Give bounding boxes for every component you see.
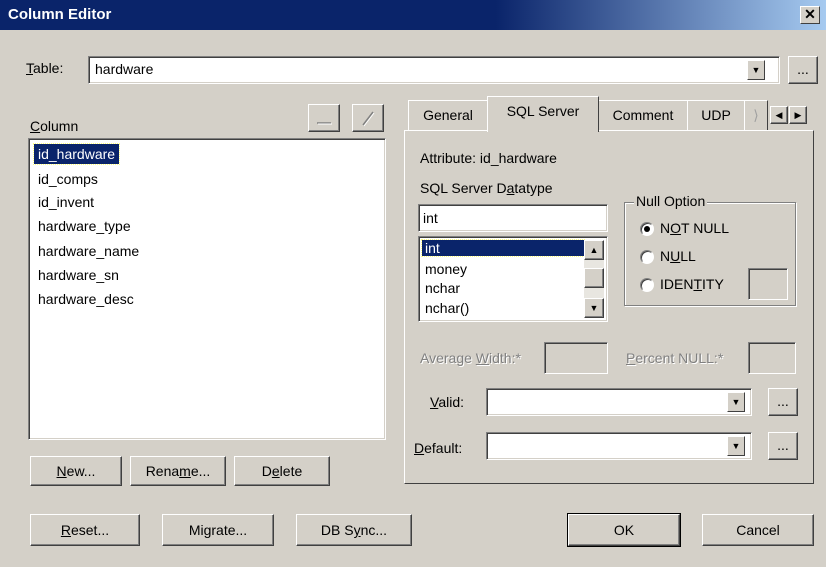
rename-column-button[interactable]: Rename...	[130, 456, 226, 486]
identity-radio[interactable]	[640, 278, 654, 292]
default-combobox[interactable]: ▼	[486, 432, 752, 460]
tab-general[interactable]: General	[408, 100, 488, 130]
chevron-down-icon: ▼	[589, 303, 599, 313]
table-value: hardware	[95, 61, 154, 77]
table-dropdown-button[interactable]: ▼	[747, 60, 765, 80]
tab-comment[interactable]: Comment	[598, 100, 688, 130]
identity-seed-input[interactable]	[748, 268, 788, 300]
null-option-title: Null Option	[634, 193, 708, 209]
datatype-list-item[interactable]: nchar	[422, 280, 582, 296]
table-browse-button[interactable]: ...	[788, 56, 818, 84]
tab-scroll-right-button[interactable]: ▶	[789, 106, 807, 124]
table-combobox[interactable]: hardware ▼	[88, 56, 780, 84]
ok-button[interactable]: OK	[567, 513, 681, 547]
reset-button[interactable]: Reset...	[30, 514, 140, 546]
delete-column-button[interactable]: Delete	[234, 456, 330, 486]
valid-label: Valid:	[430, 394, 464, 410]
datatype-label: SQL Server Datatype	[420, 180, 553, 196]
column-list-item[interactable]: hardware_name	[34, 241, 143, 261]
new-column-button[interactable]: New...	[30, 456, 122, 486]
column-list-item[interactable]: hardware_desc	[34, 289, 138, 309]
tab-scroll-left-button[interactable]: ◀	[770, 106, 788, 124]
chevron-up-icon: ▲	[589, 245, 599, 255]
table-label: Table:	[26, 60, 64, 76]
column-list-item[interactable]: id_invent	[34, 192, 98, 212]
chevron-down-icon: ▼	[751, 65, 761, 75]
move-up-button[interactable]	[308, 104, 340, 132]
average-width-input[interactable]	[544, 342, 608, 374]
column-list-item[interactable]: hardware_sn	[34, 265, 123, 285]
window-title: Column Editor	[8, 6, 112, 23]
column-list-item[interactable]: id_hardware	[32, 143, 121, 165]
chevron-down-icon: ▼	[731, 441, 741, 451]
null-radio[interactable]	[640, 250, 654, 264]
datatype-list-item[interactable]: nchar()	[422, 300, 582, 316]
arrow-up-icon	[317, 122, 332, 125]
chevron-left-icon: ◀	[775, 110, 783, 120]
close-icon: ✕	[804, 6, 816, 22]
tab-overflow[interactable]: ⟩	[744, 100, 768, 130]
close-button[interactable]: ✕	[800, 6, 820, 24]
chevron-right-icon: ▶	[794, 110, 802, 120]
tab-sql-server[interactable]: SQL Server	[487, 96, 599, 132]
cancel-button[interactable]: Cancel	[702, 514, 814, 546]
percent-null-input[interactable]	[748, 342, 796, 374]
not-null-radio[interactable]	[640, 222, 654, 236]
column-label: Column	[30, 118, 79, 134]
column-editor-window: Column Editor ✕ Table: hardware ▼ ... Co…	[0, 0, 826, 567]
move-down-button[interactable]	[352, 104, 384, 132]
null-label[interactable]: NULL	[660, 248, 696, 264]
not-null-label[interactable]: NOT NULL	[660, 220, 729, 236]
default-label: Default:	[414, 440, 463, 456]
valid-dropdown-button[interactable]: ▼	[727, 392, 745, 412]
tab-udp[interactable]: UDP	[687, 100, 745, 130]
attribute-label: Attribute: id_hardware	[420, 150, 557, 166]
scroll-down-button[interactable]: ▼	[584, 298, 604, 318]
chevron-down-icon: ▼	[731, 397, 741, 407]
datatype-list-item[interactable]: money	[422, 261, 582, 277]
arrow-down-icon	[362, 111, 375, 127]
datatype-scrollbar[interactable]: ▲ ▼	[584, 240, 604, 318]
column-list-item[interactable]: id_comps	[34, 169, 102, 189]
title-bar[interactable]: Column Editor ✕	[0, 0, 826, 30]
scroll-thumb[interactable]	[584, 268, 604, 288]
default-dropdown-button[interactable]: ▼	[727, 436, 745, 456]
valid-browse-button[interactable]: ...	[768, 388, 798, 416]
datatype-list-item[interactable]: int	[421, 239, 585, 257]
migrate-button[interactable]: Migrate...	[162, 514, 274, 546]
valid-combobox[interactable]: ▼	[486, 388, 752, 416]
identity-label[interactable]: IDENTITY	[660, 276, 724, 292]
scroll-up-button[interactable]: ▲	[584, 240, 604, 260]
default-browse-button[interactable]: ...	[768, 432, 798, 460]
percent-null-label: Percent NULL:*	[626, 350, 724, 366]
column-list-item[interactable]: hardware_type	[34, 216, 135, 236]
db-sync-button[interactable]: DB Sync...	[296, 514, 412, 546]
average-width-label: Average Width:*	[420, 350, 521, 366]
datatype-input[interactable]: int	[418, 204, 608, 232]
